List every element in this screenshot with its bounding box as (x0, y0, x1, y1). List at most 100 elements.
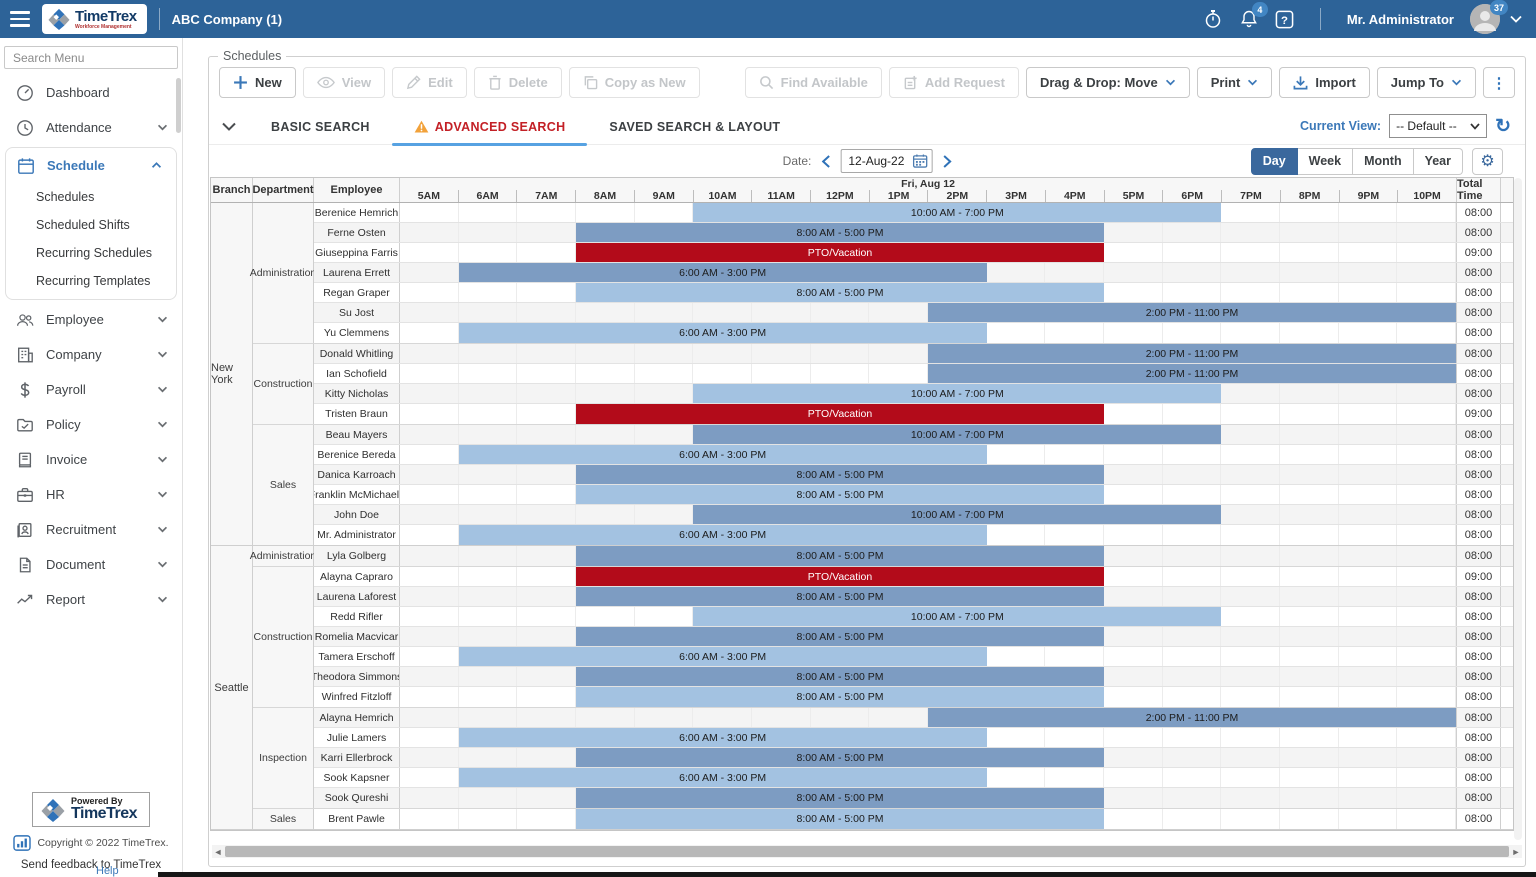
time-cell[interactable]: PTO/Vacation (400, 243, 1457, 262)
hour-grid-cell[interactable] (576, 708, 635, 727)
hour-grid-cell[interactable] (1339, 465, 1398, 484)
time-cell[interactable]: 8:00 AM - 5:00 PM (400, 687, 1457, 707)
shift-bar[interactable]: PTO/Vacation (576, 404, 1104, 424)
hour-grid-cell[interactable] (1221, 607, 1280, 626)
sidebar-subitem-recurring-schedules[interactable]: Recurring Schedules (6, 239, 176, 267)
shift-bar[interactable]: 8:00 AM - 5:00 PM (576, 788, 1104, 808)
hour-grid-cell[interactable] (459, 587, 518, 606)
shift-bar[interactable]: 8:00 AM - 5:00 PM (576, 546, 1104, 566)
hour-grid-cell[interactable] (1397, 203, 1456, 222)
hour-grid-cell[interactable] (1339, 567, 1398, 586)
hour-grid-cell[interactable] (1163, 223, 1222, 242)
hour-grid-cell[interactable] (1280, 485, 1339, 504)
hour-grid-cell[interactable] (517, 243, 576, 262)
time-cell[interactable]: 8:00 AM - 5:00 PM (400, 223, 1457, 242)
hour-grid-cell[interactable] (517, 627, 576, 646)
shift-bar[interactable]: 8:00 AM - 5:00 PM (576, 485, 1104, 504)
shift-bar[interactable]: 2:00 PM - 11:00 PM (928, 303, 1456, 322)
hour-grid-cell[interactable] (1280, 809, 1339, 829)
sidebar-item-hr[interactable]: HR (0, 477, 182, 512)
new-button[interactable]: New (219, 67, 296, 98)
import-button[interactable]: Import (1279, 67, 1369, 98)
sidebar-subitem-scheduled-shifts[interactable]: Scheduled Shifts (6, 211, 176, 239)
time-cell[interactable]: 6:00 AM - 3:00 PM (400, 323, 1457, 343)
hour-grid-cell[interactable] (1221, 203, 1280, 222)
hour-grid-cell[interactable] (1221, 465, 1280, 484)
hour-grid-cell[interactable] (987, 768, 1046, 787)
hour-grid-cell[interactable] (1104, 788, 1163, 808)
hour-grid-cell[interactable] (1221, 505, 1280, 524)
hour-grid-cell[interactable] (1397, 748, 1456, 767)
hour-grid-cell[interactable] (459, 505, 518, 524)
hour-grid-cell[interactable] (693, 364, 752, 383)
sidebar-item-document[interactable]: Document (0, 547, 182, 582)
hour-grid-cell[interactable] (400, 344, 459, 363)
hour-grid-cell[interactable] (1163, 567, 1222, 586)
time-cell[interactable]: 10:00 AM - 7:00 PM (400, 384, 1457, 403)
hour-grid-cell[interactable] (1280, 627, 1339, 646)
hour-grid-cell[interactable] (400, 203, 459, 222)
hour-grid-cell[interactable] (1397, 243, 1456, 262)
hour-grid-cell[interactable] (1397, 505, 1456, 524)
hour-grid-cell[interactable] (517, 546, 576, 566)
hour-grid-cell[interactable] (1221, 283, 1280, 302)
hour-grid-cell[interactable] (1339, 687, 1398, 707)
hour-grid-cell[interactable] (459, 546, 518, 566)
hour-grid-cell[interactable] (1221, 627, 1280, 646)
hour-grid-cell[interactable] (1280, 243, 1339, 262)
hour-grid-cell[interactable] (1104, 768, 1163, 787)
hour-grid-cell[interactable] (400, 607, 459, 626)
hour-grid-cell[interactable] (576, 607, 635, 626)
tab-basic-search[interactable]: BASIC SEARCH (249, 108, 392, 145)
hour-grid-cell[interactable] (1339, 485, 1398, 504)
hour-grid-cell[interactable] (1339, 768, 1398, 787)
hour-grid-cell[interactable] (1221, 243, 1280, 262)
shift-bar[interactable]: 10:00 AM - 7:00 PM (693, 384, 1221, 403)
hour-grid-cell[interactable] (1339, 384, 1398, 403)
hour-grid-cell[interactable] (517, 425, 576, 444)
time-cell[interactable]: 6:00 AM - 3:00 PM (400, 647, 1457, 666)
shift-bar[interactable]: 6:00 AM - 3:00 PM (459, 263, 987, 282)
hour-grid-cell[interactable] (459, 687, 518, 707)
hour-grid-cell[interactable] (517, 203, 576, 222)
time-cell[interactable]: 6:00 AM - 3:00 PM (400, 525, 1457, 545)
sidebar-subitem-recurring-templates[interactable]: Recurring Templates (6, 267, 176, 295)
hour-grid-cell[interactable] (1104, 283, 1163, 302)
hour-grid-cell[interactable] (1221, 323, 1280, 343)
time-cell[interactable]: 2:00 PM - 11:00 PM (400, 708, 1457, 727)
hour-grid-cell[interactable] (1104, 485, 1163, 504)
hour-grid-cell[interactable] (1104, 525, 1163, 545)
hour-grid-cell[interactable] (1221, 384, 1280, 403)
hour-grid-cell[interactable] (576, 303, 635, 322)
hour-grid-cell[interactable] (1104, 728, 1163, 747)
hour-grid-cell[interactable] (1163, 445, 1222, 464)
calendar-icon[interactable] (912, 154, 927, 168)
sidebar-item-schedule[interactable]: Schedule (6, 148, 176, 183)
hour-grid-cell[interactable] (635, 344, 694, 363)
hour-grid-cell[interactable] (1045, 525, 1104, 545)
hour-grid-cell[interactable] (459, 404, 518, 424)
hour-grid-cell[interactable] (1221, 748, 1280, 767)
timetrex-logo[interactable]: TimeTrex Workforce Management (42, 4, 147, 34)
hour-grid-cell[interactable] (635, 607, 694, 626)
hour-grid-cell[interactable] (459, 607, 518, 626)
hour-grid-cell[interactable] (1339, 788, 1398, 808)
hour-grid-cell[interactable] (400, 788, 459, 808)
powered-by-box[interactable]: Powered By TimeTrex (32, 792, 150, 827)
hour-grid-cell[interactable] (517, 303, 576, 322)
hour-grid-cell[interactable] (1221, 567, 1280, 586)
shift-bar[interactable]: 8:00 AM - 5:00 PM (576, 587, 1104, 606)
time-cell[interactable]: 10:00 AM - 7:00 PM (400, 607, 1457, 626)
hour-grid-cell[interactable] (1280, 263, 1339, 282)
hour-grid-cell[interactable] (1339, 525, 1398, 545)
hour-grid-cell[interactable] (400, 748, 459, 767)
hour-grid-cell[interactable] (400, 303, 459, 322)
hour-grid-cell[interactable] (1339, 223, 1398, 242)
hour-grid-cell[interactable] (1339, 323, 1398, 343)
hour-grid-cell[interactable] (635, 384, 694, 403)
hour-grid-cell[interactable] (1163, 667, 1222, 686)
hour-grid-cell[interactable] (635, 425, 694, 444)
hour-grid-cell[interactable] (1397, 384, 1456, 403)
hour-grid-cell[interactable] (459, 384, 518, 403)
print-button[interactable]: Print (1197, 67, 1273, 98)
